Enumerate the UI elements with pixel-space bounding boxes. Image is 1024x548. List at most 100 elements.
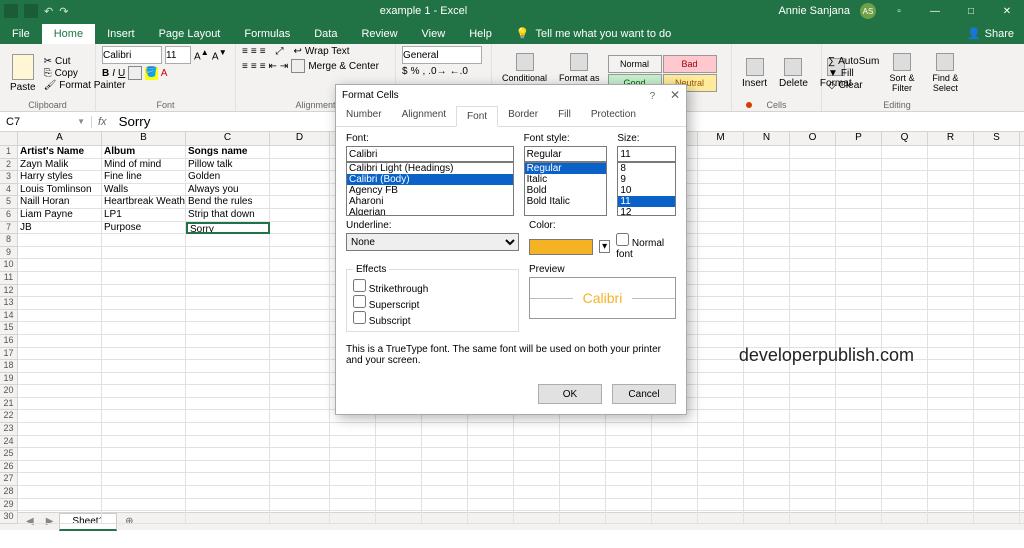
cell-R12[interactable] [928, 285, 974, 298]
align-right-icon[interactable]: ≡ [260, 61, 266, 72]
cell-R24[interactable] [928, 436, 974, 449]
cell-G30[interactable] [422, 511, 468, 524]
cell-P5[interactable] [836, 196, 882, 209]
cell-M27[interactable] [698, 473, 744, 486]
col-header-D[interactable]: D [270, 132, 330, 146]
cell-M25[interactable] [698, 448, 744, 461]
chevron-down-icon[interactable]: ▼ [77, 117, 85, 126]
cell-A6[interactable]: Liam Payne [18, 209, 102, 222]
list-item[interactable]: 10 [618, 185, 675, 196]
cell-C2[interactable]: Pillow talk [186, 159, 270, 172]
row-header-25[interactable]: 25 [0, 448, 18, 461]
cell-C6[interactable]: Strip that down [186, 209, 270, 222]
row-header-27[interactable]: 27 [0, 473, 18, 486]
cell-C8[interactable] [186, 234, 270, 247]
tab-page-layout[interactable]: Page Layout [147, 24, 233, 44]
cell-T22[interactable] [1020, 410, 1024, 423]
cell-H29[interactable] [468, 499, 514, 512]
cell-S21[interactable] [974, 398, 1020, 411]
cell-Q5[interactable] [882, 196, 928, 209]
select-all-corner[interactable] [0, 132, 18, 146]
cell-A30[interactable] [18, 511, 102, 524]
cell-O14[interactable] [790, 310, 836, 323]
cell-G25[interactable] [422, 448, 468, 461]
cell-M22[interactable] [698, 410, 744, 423]
cell-D22[interactable] [270, 410, 330, 423]
row-header-15[interactable]: 15 [0, 322, 18, 335]
cell-G26[interactable] [422, 461, 468, 474]
font-style-input[interactable] [524, 146, 608, 162]
cell-B15[interactable] [102, 322, 186, 335]
cell-R1[interactable] [928, 146, 974, 159]
font-name-select[interactable] [102, 46, 162, 64]
row-header-17[interactable]: 17 [0, 348, 18, 361]
cell-M10[interactable] [698, 259, 744, 272]
cell-S1[interactable] [974, 146, 1020, 159]
cell-N22[interactable] [744, 410, 790, 423]
fx-icon[interactable]: fx [92, 116, 113, 128]
cell-Q19[interactable] [882, 373, 928, 386]
cell-P27[interactable] [836, 473, 882, 486]
cell-O7[interactable] [790, 222, 836, 235]
cell-H26[interactable] [468, 461, 514, 474]
cell-F25[interactable] [376, 448, 422, 461]
cell-D11[interactable] [270, 272, 330, 285]
tab-review[interactable]: Review [349, 24, 409, 44]
list-item[interactable]: Calibri Light (Headings) [347, 163, 513, 174]
cell-R29[interactable] [928, 499, 974, 512]
cell-S25[interactable] [974, 448, 1020, 461]
list-item[interactable]: Bold [525, 185, 607, 196]
indent-inc-icon[interactable]: ⇥ [280, 61, 288, 72]
cell-R14[interactable] [928, 310, 974, 323]
cell-T11[interactable] [1020, 272, 1024, 285]
cell-F24[interactable] [376, 436, 422, 449]
cell-F29[interactable] [376, 499, 422, 512]
row-header-29[interactable]: 29 [0, 499, 18, 512]
cell-L28[interactable] [652, 486, 698, 499]
cell-N15[interactable] [744, 322, 790, 335]
cell-M14[interactable] [698, 310, 744, 323]
cell-C22[interactable] [186, 410, 270, 423]
cell-R7[interactable] [928, 222, 974, 235]
cell-Q14[interactable] [882, 310, 928, 323]
tab-home[interactable]: Home [42, 24, 95, 44]
cell-N5[interactable] [744, 196, 790, 209]
cell-A14[interactable] [18, 310, 102, 323]
number-format-select[interactable] [402, 46, 482, 64]
cell-R16[interactable] [928, 335, 974, 348]
cell-C1[interactable]: Songs name [186, 146, 270, 159]
cell-T15[interactable] [1020, 322, 1024, 335]
cell-R19[interactable] [928, 373, 974, 386]
dialog-help-icon[interactable]: ? [650, 91, 656, 102]
cell-L29[interactable] [652, 499, 698, 512]
cell-H27[interactable] [468, 473, 514, 486]
cell-R26[interactable] [928, 461, 974, 474]
cell-D5[interactable] [270, 196, 330, 209]
font-color-button[interactable]: A [161, 68, 168, 79]
cell-B7[interactable]: Purpose [102, 222, 186, 235]
cell-A16[interactable] [18, 335, 102, 348]
cell-C10[interactable] [186, 259, 270, 272]
cell-R28[interactable] [928, 486, 974, 499]
col-header-T[interactable]: T [1020, 132, 1024, 146]
cell-Q1[interactable] [882, 146, 928, 159]
cell-Q21[interactable] [882, 398, 928, 411]
cell-N2[interactable] [744, 159, 790, 172]
cell-S3[interactable] [974, 171, 1020, 184]
cell-O10[interactable] [790, 259, 836, 272]
cell-E23[interactable] [330, 423, 376, 436]
cell-D30[interactable] [270, 511, 330, 524]
cell-R20[interactable] [928, 385, 974, 398]
cell-J26[interactable] [560, 461, 606, 474]
cell-O29[interactable] [790, 499, 836, 512]
cell-T9[interactable] [1020, 247, 1024, 260]
cell-D29[interactable] [270, 499, 330, 512]
avatar[interactable]: AS [860, 3, 876, 19]
cell-M11[interactable] [698, 272, 744, 285]
col-header-O[interactable]: O [790, 132, 836, 146]
border-button[interactable] [128, 66, 142, 80]
cell-L25[interactable] [652, 448, 698, 461]
cell-N11[interactable] [744, 272, 790, 285]
cell-T19[interactable] [1020, 373, 1024, 386]
cell-L26[interactable] [652, 461, 698, 474]
